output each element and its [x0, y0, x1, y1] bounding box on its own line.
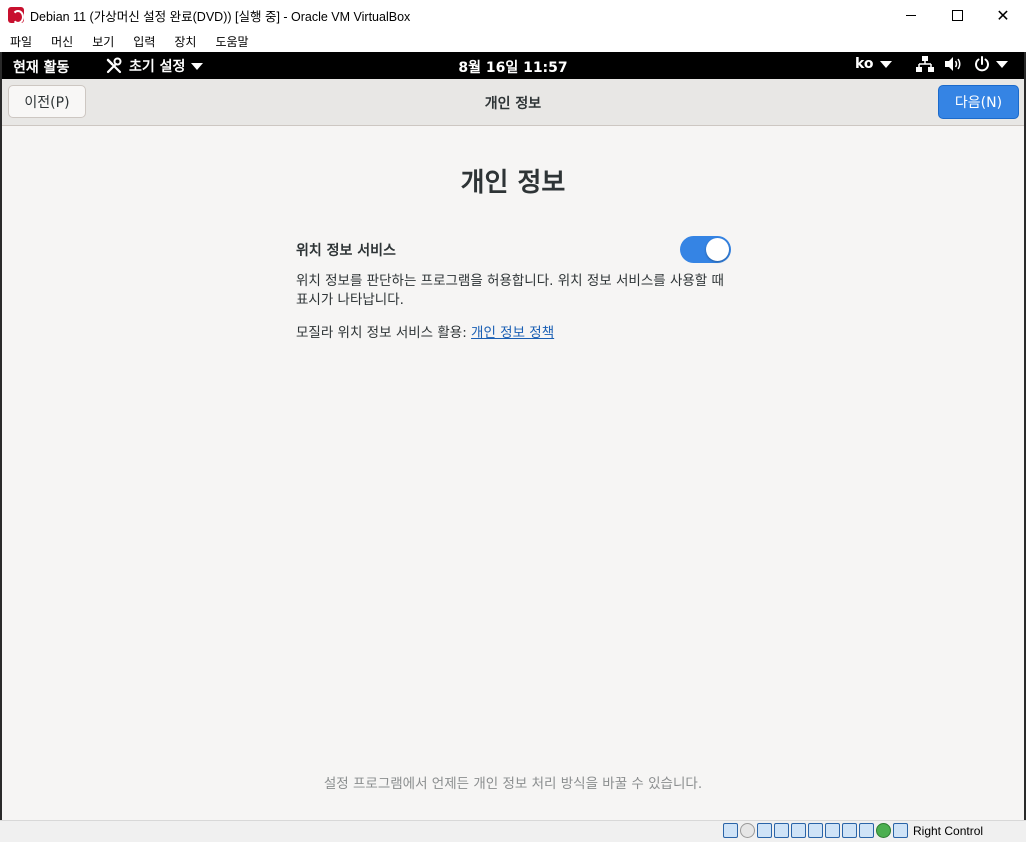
location-services-label: 위치 정보 서비스 [296, 243, 396, 259]
menu-devices[interactable]: 장치 [168, 33, 202, 50]
power-icon [975, 56, 989, 72]
recording-icon[interactable] [842, 823, 857, 838]
menu-machine[interactable]: 머신 [45, 33, 79, 50]
maximize-button[interactable] [934, 0, 980, 30]
toggle-knob [706, 238, 729, 261]
cpu-icon[interactable] [859, 823, 874, 838]
header-title: 개인 정보 [484, 96, 542, 112]
location-services-description: 위치 정보를 판단하는 프로그램을 허용합니다. 위치 정보 서비스를 사용할 … [296, 273, 724, 308]
menu-file[interactable]: 파일 [4, 33, 38, 50]
virtualbox-debian-icon [8, 7, 24, 24]
minimize-button[interactable] [888, 0, 934, 30]
window-controls: ✕ [888, 0, 1026, 30]
privacy-policy-link[interactable]: 개인 정보 정책 [471, 325, 554, 341]
header-bar: 이전(P) 개인 정보 다음(N) [2, 79, 1024, 126]
mouse-integration-icon[interactable] [876, 823, 891, 838]
volume-icon [945, 57, 961, 71]
keyboard-capture-icon[interactable] [893, 823, 908, 838]
location-services-toggle[interactable] [680, 236, 731, 263]
optical-drive-icon[interactable] [740, 823, 755, 838]
mozilla-location-line: 모질라 위치 정보 서비스 활용: 개인 정보 정책 [296, 321, 554, 341]
gnome-top-bar: 현재 활동 초기 설정 8월 16일 11:57 ko [2, 52, 1024, 79]
mozilla-location-prefix: 모질라 위치 정보 서비스 활용: [296, 325, 472, 341]
menu-view[interactable]: 보기 [86, 33, 120, 50]
window-titlebar: Debian 11 (가상머신 설정 완료(DVD)) [실행 중] - Ora… [0, 0, 1026, 30]
vbox-statusbar: Right Control [0, 820, 1026, 842]
system-menu[interactable] [916, 56, 1008, 72]
menu-help[interactable]: 도움말 [209, 33, 254, 50]
window-title: Debian 11 (가상머신 설정 완료(DVD)) [실행 중] - Ora… [30, 9, 411, 24]
display-icon[interactable] [825, 823, 840, 838]
network-icon [916, 56, 934, 72]
close-button[interactable]: ✕ [980, 0, 1026, 30]
host-key-label: Right Control [913, 823, 984, 838]
page-title: 개인 정보 [460, 168, 566, 198]
audio-icon[interactable] [757, 823, 772, 838]
usb-icon[interactable] [791, 823, 806, 838]
privacy-footer-note: 설정 프로그램에서 언제든 개인 정보 처리 방식을 바꿀 수 있습니다. [323, 776, 703, 792]
language-label: ko [855, 56, 874, 72]
vbox-menubar: 파일 머신 보기 입력 장치 도움말 [0, 30, 1026, 52]
chevron-down-icon [879, 60, 892, 68]
chevron-down-icon [996, 60, 1008, 68]
status-icons: Right Control [723, 823, 983, 838]
hard-disk-icon[interactable] [723, 823, 738, 838]
vm-display: 현재 활동 초기 설정 8월 16일 11:57 ko 이전(P) 개인 정보 … [2, 52, 1024, 820]
next-button[interactable]: 다음(N) [938, 85, 1019, 119]
network-adapter-icon[interactable] [774, 823, 789, 838]
menu-input[interactable]: 입력 [127, 33, 161, 50]
shared-folders-icon[interactable] [808, 823, 823, 838]
language-indicator[interactable]: ko [855, 56, 892, 72]
